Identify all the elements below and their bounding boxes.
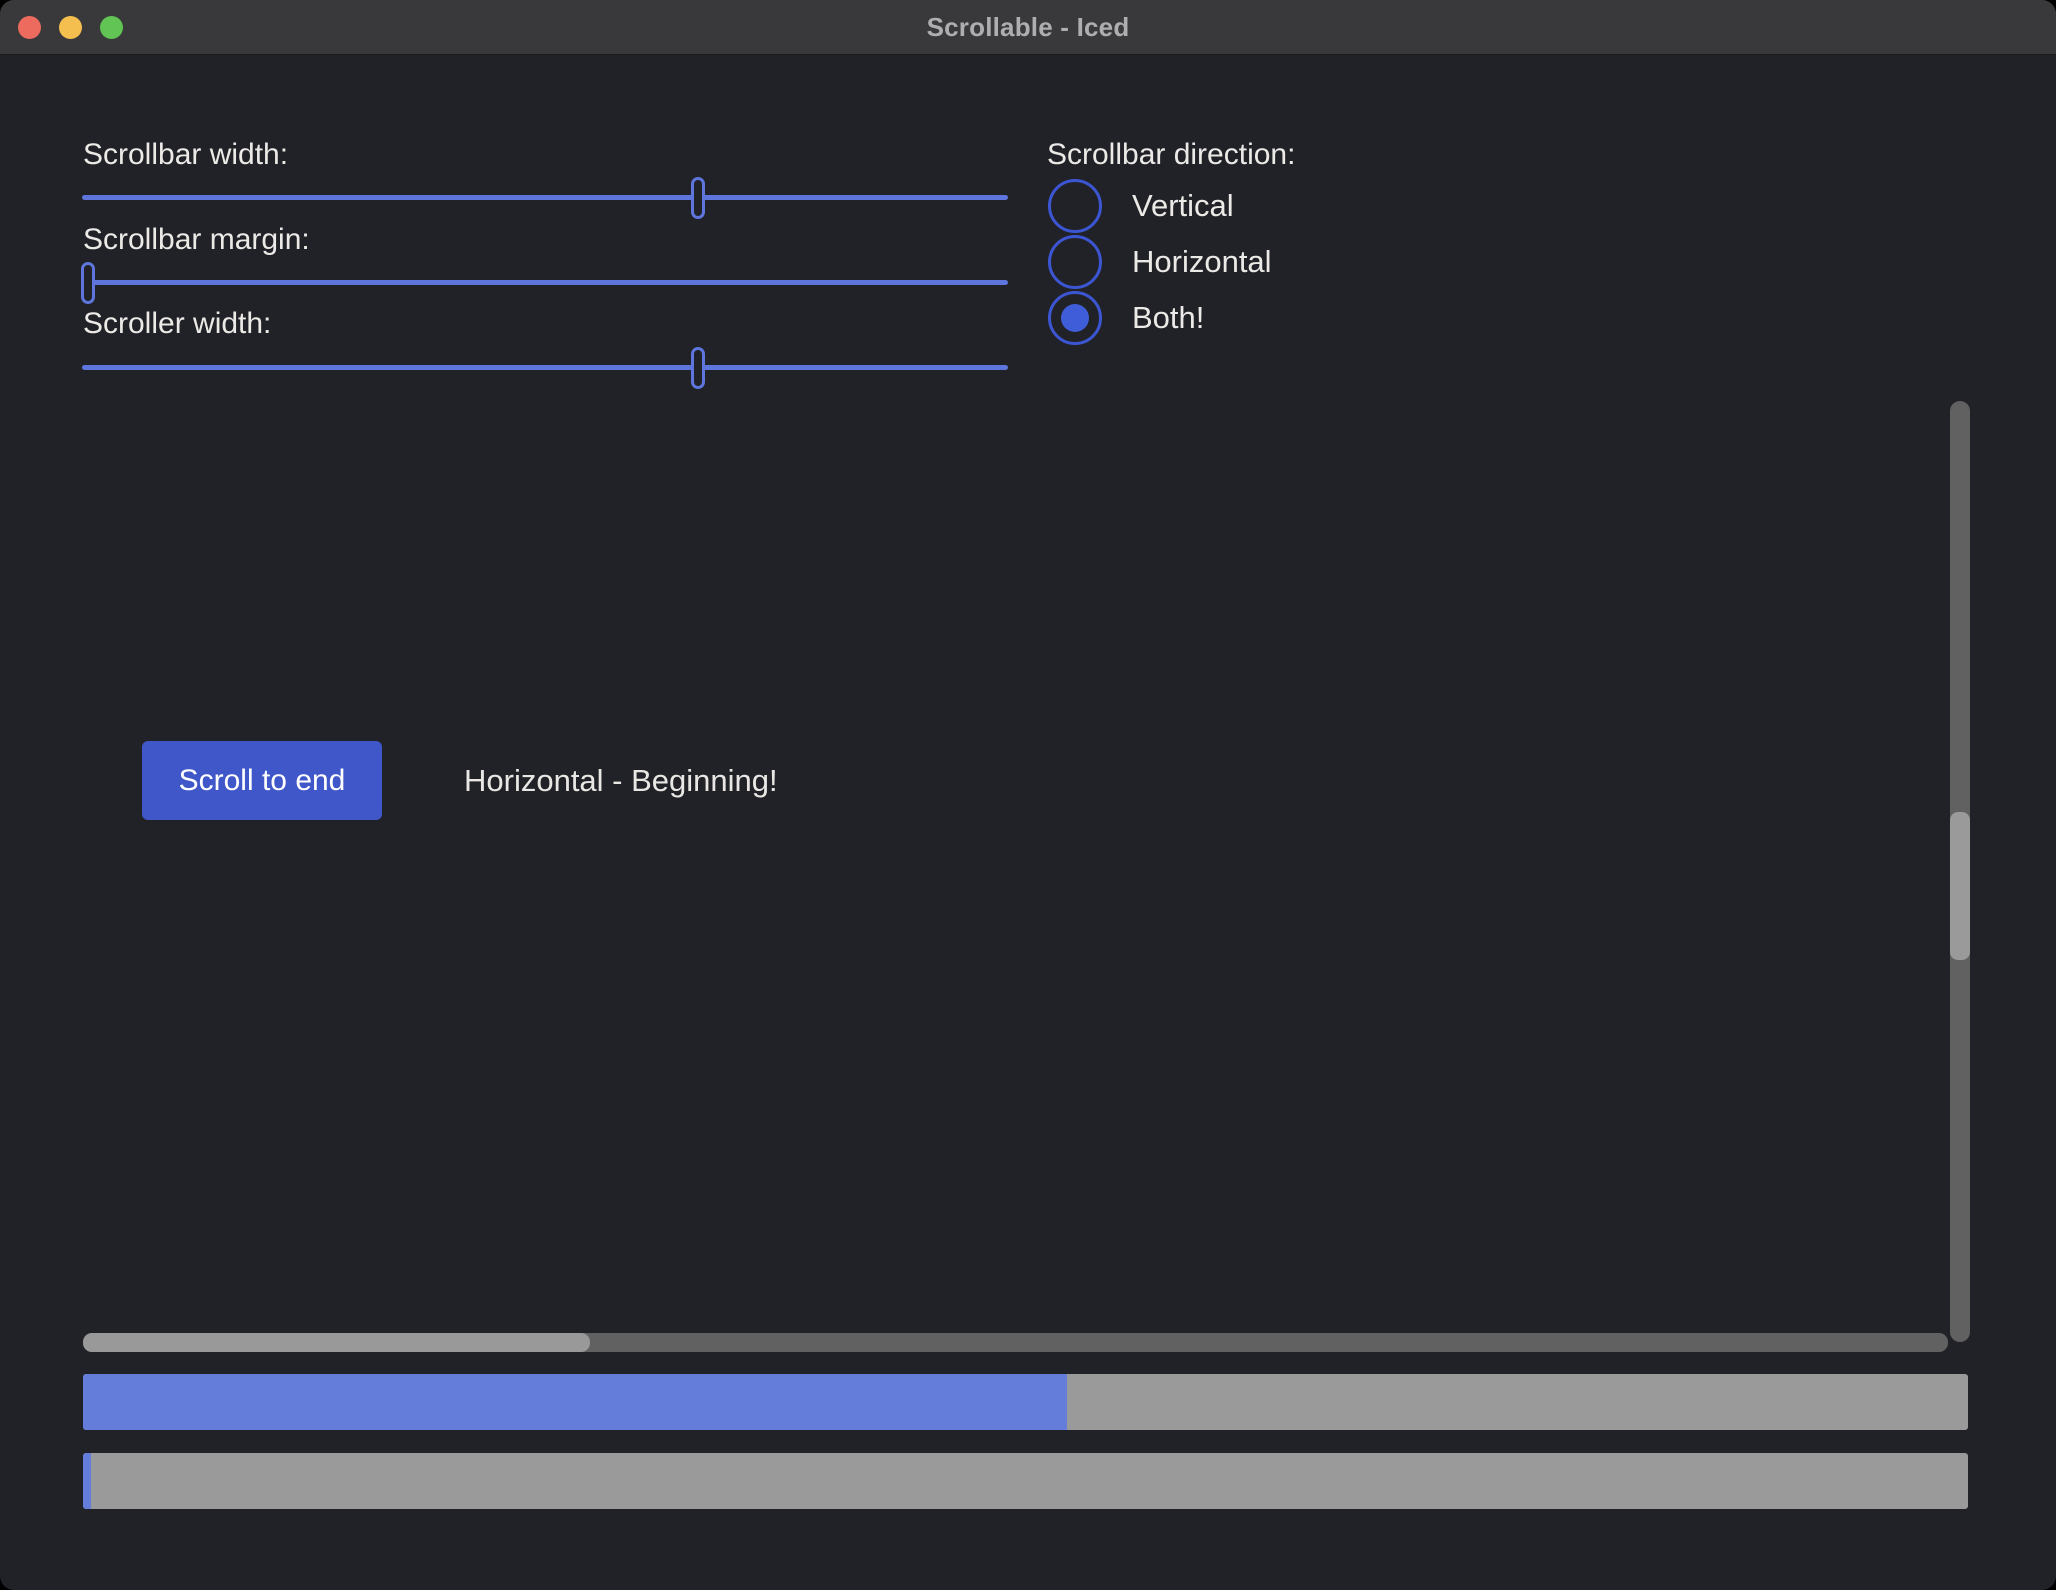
radio-option-both[interactable]: Both! [1048,290,1272,345]
traffic-lights [18,0,123,54]
vertical-progress-fill [83,1453,91,1509]
scrollbar-direction-heading: Scrollbar direction: [1047,137,1295,173]
scrollbar-margin-slider[interactable] [82,280,1008,285]
horizontal-scrollbar-track[interactable] [83,1333,1948,1352]
zoom-button[interactable] [100,16,123,39]
vertical-scrollbar-thumb[interactable] [1950,812,1970,960]
radio-label-vertical: Vertical [1132,188,1234,224]
window-title: Scrollable - Iced [927,12,1130,43]
scrollbar-margin-label: Scrollbar margin: [83,222,310,258]
radio-dot [1061,304,1089,332]
scrollbar-width-label: Scrollbar width: [83,137,288,173]
scroller-width-slider[interactable] [82,365,1008,370]
app-window: Scrollable - Iced Scrollbar width: Scrol… [0,0,2056,1590]
minimize-button[interactable] [59,16,82,39]
scrollbar-margin-slider-handle[interactable] [81,262,95,304]
radio-icon-vertical[interactable] [1048,179,1102,233]
scroller-width-label: Scroller width: [83,306,271,342]
radio-icon-horizontal[interactable] [1048,235,1102,289]
scroller-width-slider-handle[interactable] [691,347,705,389]
radio-label-both: Both! [1132,300,1204,336]
radio-icon-both[interactable] [1048,291,1102,345]
radio-label-horizontal: Horizontal [1132,244,1272,280]
radio-option-horizontal[interactable]: Horizontal [1048,234,1272,289]
scrollbar-width-slider[interactable] [82,195,1008,200]
scroll-status-text: Horizontal - Beginning! [464,741,778,820]
vertical-progress-bar [83,1453,1968,1509]
radio-option-vertical[interactable]: Vertical [1048,178,1272,233]
scroll-to-end-button[interactable]: Scroll to end [142,741,382,820]
vertical-scrollbar-track[interactable] [1950,401,1970,1342]
horizontal-progress-bar [83,1374,1968,1430]
titlebar: Scrollable - Iced [0,0,2056,55]
scrollbar-width-slider-handle[interactable] [691,177,705,219]
close-button[interactable] [18,16,41,39]
scrollbar-direction-group: Vertical Horizontal Both! [1048,178,1272,345]
horizontal-progress-fill [83,1374,1067,1430]
horizontal-scrollbar-thumb[interactable] [83,1333,590,1352]
